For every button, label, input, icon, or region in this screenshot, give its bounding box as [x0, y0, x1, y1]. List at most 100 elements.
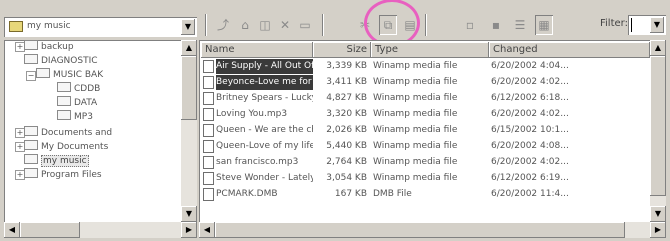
tree-item-my-music[interactable]: my music — [24, 154, 89, 168]
audio-file-icon — [203, 76, 214, 89]
folder-icon — [24, 126, 38, 136]
file-type: Winamp media file — [373, 157, 458, 167]
scroll-thumb[interactable] — [20, 222, 80, 238]
folder-icon — [24, 140, 38, 150]
tree-item-music-bak[interactable]: MUSIC BAK — [36, 68, 103, 82]
dropdown-arrow-icon[interactable]: ▼ — [181, 19, 195, 35]
audio-file-icon — [203, 156, 214, 169]
file-changed: 6/12/2002 6:19... — [491, 173, 569, 183]
file-size: 3,054 KB — [326, 173, 367, 183]
file-type: Winamp media file — [373, 61, 458, 71]
scroll-down-icon[interactable]: ▼ — [650, 206, 666, 222]
scroll-left-icon[interactable]: ◀ — [4, 222, 20, 238]
scroll-thumb[interactable] — [181, 56, 197, 120]
folder-icon — [24, 168, 38, 178]
scroll-right-icon[interactable]: ▶ — [181, 222, 197, 238]
file-size: 3,411 KB — [326, 77, 367, 87]
view-button[interactable]: ◫ — [256, 15, 274, 35]
list-view-button[interactable]: ☰ — [511, 15, 529, 35]
copy-button[interactable]: ⧉ — [379, 15, 397, 35]
file-type: Winamp media file — [373, 173, 458, 183]
open-folder-icon — [24, 154, 38, 164]
file-type: Winamp media file — [373, 109, 458, 119]
file-name: Loving You.mp3 — [216, 109, 288, 119]
file-name: san francisco.mp3 — [216, 157, 299, 167]
view-icon: ◫ — [259, 18, 271, 32]
file-name: Britney Spears - Lucky - ... — [216, 93, 313, 103]
small-icons-button[interactable]: ▪ — [487, 15, 505, 35]
tree-item-diagnostic[interactable]: DIAGNOSTIC — [24, 54, 98, 68]
properties-button[interactable]: ⌂ — [236, 15, 254, 35]
column-header-size[interactable]: Size — [313, 42, 371, 58]
details-view-icon: ▦ — [538, 18, 550, 32]
small-icons-icon: ▪ — [491, 18, 501, 32]
scroll-left-icon[interactable]: ◀ — [199, 222, 215, 238]
cut-button[interactable]: ✂ — [356, 15, 374, 35]
collapse-icon[interactable]: − — [26, 71, 36, 81]
scroll-up-icon[interactable]: ▲ — [181, 40, 197, 56]
up-folder-button[interactable]: ⤴ — [214, 15, 232, 35]
scroll-right-icon[interactable]: ▶ — [650, 222, 666, 238]
column-header-name[interactable]: Name — [201, 42, 313, 58]
tree-item-mp3[interactable]: MP3 — [57, 110, 93, 124]
toolbar-separator — [205, 14, 207, 36]
tree-item-data[interactable]: DATA — [57, 96, 97, 110]
file-changed: 6/15/2002 10:1... — [491, 125, 569, 135]
column-header-changed[interactable]: Changed — [489, 42, 650, 58]
copy-icon: ⧉ — [383, 18, 393, 32]
folder-icon — [57, 82, 71, 92]
column-header-type[interactable]: Type — [371, 42, 489, 58]
file-size: 2,026 KB — [326, 125, 367, 135]
list-horizontal-scrollbar[interactable]: ◀ ▶ — [199, 222, 666, 238]
tree-vertical-scrollbar[interactable]: ▲ ▼ — [181, 40, 197, 222]
file-name: Queen-Love of my life.... — [216, 141, 313, 151]
file-name: Air Supply - All Out Of L... — [216, 59, 313, 74]
list-vertical-scrollbar[interactable]: ▲ ▼ — [650, 40, 666, 222]
folder-icon — [9, 21, 23, 32]
path-combo[interactable]: my music ▼ — [4, 17, 197, 37]
new-folder-icon: ▭ — [299, 18, 311, 32]
file-type: DMB File — [373, 189, 412, 199]
file-icon — [203, 188, 214, 201]
scroll-thumb[interactable] — [650, 56, 666, 196]
tree-item-program-files[interactable]: Program Files — [24, 168, 102, 182]
tree-item-backup[interactable]: backup — [24, 40, 74, 54]
folder-icon — [57, 96, 71, 106]
folder-icon — [24, 54, 38, 64]
scroll-up-icon[interactable]: ▲ — [650, 40, 666, 56]
filter-input[interactable]: ▼ — [628, 15, 666, 35]
file-name: Steve Wonder - Lately.... — [216, 173, 313, 183]
folder-tree[interactable]: + backup DIAGNOSTIC − MUSIC BAK CDDB DAT… — [4, 40, 197, 238]
folder-icon — [57, 110, 71, 120]
file-type: Winamp media file — [373, 125, 458, 135]
delete-button[interactable]: ✕ — [276, 15, 294, 35]
list-view-icon: ☰ — [514, 18, 526, 32]
toolbar-separator — [322, 14, 324, 36]
new-folder-button[interactable]: ▭ — [296, 15, 314, 35]
audio-file-icon — [203, 124, 214, 137]
dropdown-arrow-icon[interactable]: ▼ — [650, 17, 664, 33]
folder-icon — [24, 40, 38, 50]
file-type: Winamp media file — [373, 141, 458, 151]
large-icons-button[interactable]: ▫ — [461, 15, 479, 35]
file-name: Beyonce-Love me for a ... — [216, 75, 313, 90]
filter-label: Filter: — [600, 18, 628, 29]
audio-file-icon — [203, 172, 214, 185]
tree-item-my-documents[interactable]: My Documents — [24, 140, 108, 154]
tree-item-documents-and[interactable]: Documents and — [24, 126, 112, 140]
details-view-button[interactable]: ▦ — [535, 15, 553, 35]
tree-horizontal-scrollbar[interactable]: ◀ ▶ — [4, 222, 197, 238]
file-size: 2,764 KB — [326, 157, 367, 167]
delete-icon: ✕ — [279, 18, 291, 32]
audio-file-icon — [203, 60, 214, 73]
tree-item-cddb[interactable]: CDDB — [57, 82, 100, 96]
file-size: 4,827 KB — [326, 93, 367, 103]
up-folder-icon: ⤴ — [216, 18, 229, 32]
paste-button[interactable]: ▤ — [401, 15, 419, 35]
file-name: PCMARK.DMB — [216, 189, 278, 199]
file-list[interactable]: Name Size Type Changed Air Supply - All … — [199, 40, 666, 238]
file-changed: 6/12/2002 6:18... — [491, 93, 569, 103]
file-changed: 6/20/2002 11:4... — [491, 189, 569, 199]
scroll-down-icon[interactable]: ▼ — [181, 206, 197, 222]
scroll-thumb[interactable] — [215, 222, 625, 238]
